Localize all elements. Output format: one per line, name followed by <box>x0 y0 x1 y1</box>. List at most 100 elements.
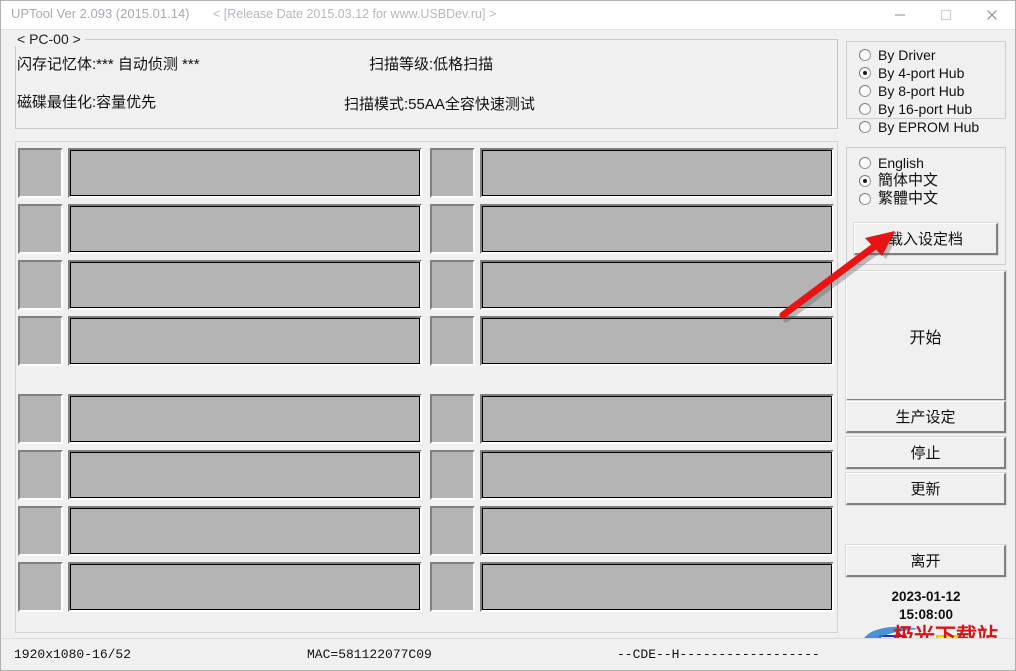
radio-icon[interactable] <box>859 121 871 133</box>
slot-status-panel[interactable] <box>480 316 834 366</box>
slot-index-panel[interactable] <box>18 450 63 500</box>
start-button[interactable]: 开始 <box>845 270 1007 402</box>
slot-status-panel[interactable] <box>68 316 422 366</box>
slot-index-panel[interactable] <box>18 204 63 254</box>
clock-time: 15:08:00 <box>898 607 954 622</box>
title-bar: UPTool Ver 2.093 (2015.01.14) < [Release… <box>1 1 1015 30</box>
slot-index-panel[interactable] <box>430 148 475 198</box>
slot-index-panel[interactable] <box>430 260 475 310</box>
language-option-1[interactable]: 簡体中文 <box>847 172 1005 190</box>
status-mac: MAC=581122077C09 <box>307 647 432 662</box>
hub-mode-option-0[interactable]: By Driver <box>847 46 1005 64</box>
window-title: UPTool Ver 2.093 (2015.01.14) <box>11 6 190 21</box>
slot-index-panel[interactable] <box>430 450 475 500</box>
status-flags: --CDE--H------------------ <box>617 647 820 662</box>
flash-memory-label: 闪存记忆体:*** 自动侦测 *** <box>17 56 200 73</box>
device-slot-row[interactable] <box>430 506 834 556</box>
slot-index-panel[interactable] <box>18 506 63 556</box>
language-option-label: English <box>878 155 924 171</box>
slot-status-panel[interactable] <box>68 450 422 500</box>
slot-status-panel[interactable] <box>480 204 834 254</box>
radio-icon[interactable] <box>859 49 871 61</box>
device-group-legend: < PC-00 > <box>13 32 85 46</box>
scan-level-label: 扫描等级:低格扫描 <box>369 56 494 73</box>
slot-status-panel[interactable] <box>480 506 834 556</box>
hub-mode-option-label: By 4-port Hub <box>878 65 965 81</box>
device-slot-area <box>15 141 838 633</box>
slot-index-panel[interactable] <box>430 506 475 556</box>
minimize-icon <box>895 14 905 16</box>
device-slot-row[interactable] <box>18 562 422 612</box>
update-button[interactable]: 更新 <box>845 472 1007 506</box>
device-slot-row[interactable] <box>18 148 422 198</box>
device-slot-row[interactable] <box>430 394 834 444</box>
slot-index-panel[interactable] <box>18 316 63 366</box>
slot-column-right <box>430 142 834 632</box>
device-slot-row[interactable] <box>430 562 834 612</box>
slot-status-panel[interactable] <box>68 394 422 444</box>
hub-mode-option-3[interactable]: By 16-port Hub <box>847 100 1005 118</box>
exit-button[interactable]: 离开 <box>845 544 1007 578</box>
slot-index-panel[interactable] <box>18 394 63 444</box>
slot-index-panel[interactable] <box>18 260 63 310</box>
maximize-icon <box>940 9 952 21</box>
slot-index-panel[interactable] <box>430 316 475 366</box>
device-slot-row[interactable] <box>18 204 422 254</box>
slot-status-panel[interactable] <box>68 506 422 556</box>
device-slot-row[interactable] <box>430 316 834 366</box>
clock-date: 2023-01-12 <box>891 589 961 604</box>
slot-column-left <box>18 142 422 632</box>
load-config-button[interactable]: 载入设定档 <box>853 222 999 256</box>
slot-index-panel[interactable] <box>430 204 475 254</box>
device-slot-row[interactable] <box>18 506 422 556</box>
scan-mode-label: 扫描模式:55AA全容快速测试 <box>344 96 535 113</box>
radio-icon[interactable] <box>859 175 871 187</box>
language-option-0[interactable]: English <box>847 154 1005 172</box>
device-slot-row[interactable] <box>18 316 422 366</box>
radio-icon[interactable] <box>859 193 871 205</box>
slot-index-panel[interactable] <box>430 562 475 612</box>
hub-mode-option-1[interactable]: By 4-port Hub <box>847 64 1005 82</box>
close-icon <box>987 10 997 20</box>
hub-mode-option-label: By Driver <box>878 47 936 63</box>
slot-status-panel[interactable] <box>480 562 834 612</box>
status-resolution: 1920x1080-16/52 <box>14 647 132 662</box>
radio-icon[interactable] <box>859 85 871 97</box>
language-option-2[interactable]: 繁體中文 <box>847 190 1005 208</box>
stop-button[interactable]: 停止 <box>845 436 1007 470</box>
radio-icon[interactable] <box>859 67 871 79</box>
device-slot-row[interactable] <box>430 204 834 254</box>
device-slot-row[interactable] <box>430 260 834 310</box>
device-slot-row[interactable] <box>430 450 834 500</box>
device-slot-row[interactable] <box>18 450 422 500</box>
hub-mode-group: By Driver By 4-port Hub By 8-port Hub By 16… <box>846 41 1006 134</box>
slot-index-panel[interactable] <box>18 148 63 198</box>
radio-icon[interactable] <box>859 103 871 115</box>
status-bar: 1920x1080-16/52 MAC=581122077C09 --CDE--… <box>2 638 1014 669</box>
uptool-window: UPTool Ver 2.093 (2015.01.14) < [Release… <box>0 0 1016 671</box>
maximize-button[interactable] <box>923 1 969 29</box>
minimize-button[interactable] <box>877 1 923 29</box>
close-button[interactable] <box>969 1 1015 29</box>
slot-status-panel[interactable] <box>68 204 422 254</box>
slot-index-panel[interactable] <box>18 562 63 612</box>
hub-mode-option-label: By EPROM Hub <box>878 119 980 135</box>
device-slot-row[interactable] <box>18 260 422 310</box>
hub-mode-option-2[interactable]: By 8-port Hub <box>847 82 1005 100</box>
device-slot-row[interactable] <box>430 148 834 198</box>
language-option-label: 簡体中文 <box>878 172 939 189</box>
slot-index-panel[interactable] <box>430 394 475 444</box>
slot-status-panel[interactable] <box>480 394 834 444</box>
radio-icon[interactable] <box>859 157 871 169</box>
slot-status-panel[interactable] <box>68 260 422 310</box>
slot-status-panel[interactable] <box>68 562 422 612</box>
slot-status-panel[interactable] <box>480 148 834 198</box>
device-slot-row[interactable] <box>18 394 422 444</box>
window-controls <box>877 1 1015 29</box>
hub-mode-option-4[interactable]: By EPROM Hub <box>847 118 1005 136</box>
slot-status-panel[interactable] <box>68 148 422 198</box>
slot-status-panel[interactable] <box>480 450 834 500</box>
hub-mode-option-label: By 8-port Hub <box>878 83 965 99</box>
production-settings-button[interactable]: 生产设定 <box>845 400 1007 434</box>
slot-status-panel[interactable] <box>480 260 834 310</box>
